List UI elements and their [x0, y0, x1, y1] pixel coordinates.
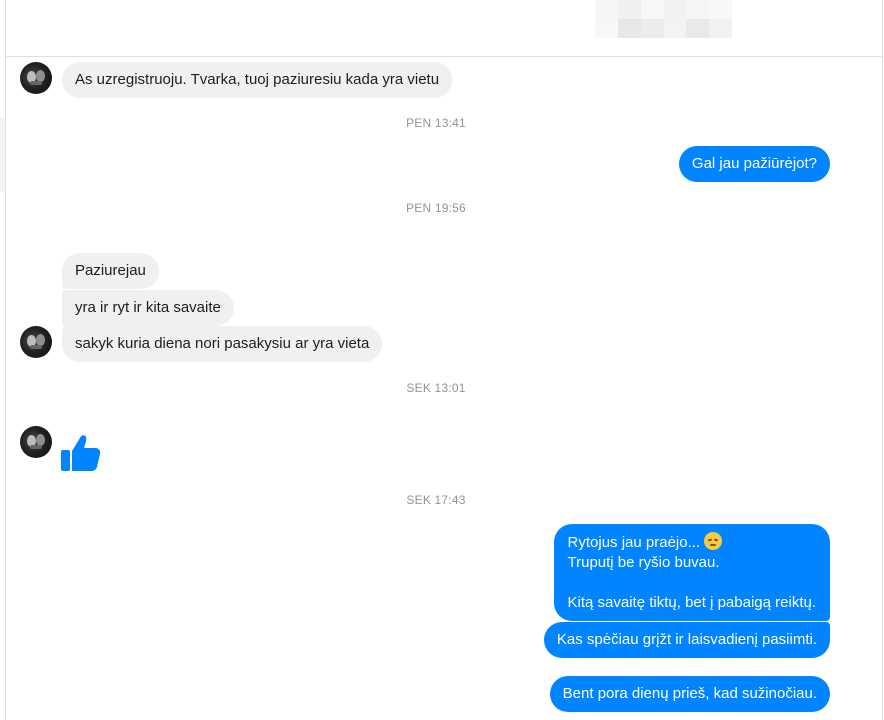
- thumbs-up-icon[interactable]: [60, 431, 102, 473]
- message-line: Kitą savaitę tiktų, bet į pabaigą reiktų…: [567, 594, 816, 611]
- incoming-message[interactable]: sakyk kuria diena nori pasakysiu ar yra …: [62, 326, 383, 362]
- header-divider: [6, 56, 882, 57]
- timestamp: SEK 13:01: [406, 381, 466, 395]
- timestamp: SEK 17:43: [406, 493, 466, 507]
- disappointed-face-icon: [704, 532, 723, 550]
- message-line: Rytojus jau praėjo...: [567, 534, 701, 551]
- message-line: Truputį be ryšio buvau.: [567, 554, 720, 571]
- incoming-message[interactable]: yra ir ryt ir kita savaite: [62, 290, 234, 326]
- blurred-contact-name: [595, 0, 732, 38]
- outgoing-message[interactable]: Gal jau pažiūrėjot?: [678, 146, 830, 182]
- contact-avatar[interactable]: [20, 62, 52, 94]
- contact-avatar[interactable]: [20, 426, 52, 458]
- incoming-message[interactable]: As uzregistruoju. Tvarka, tuoj paziuresi…: [62, 62, 453, 98]
- incoming-message[interactable]: Paziurejau: [62, 253, 159, 289]
- outgoing-message[interactable]: Kas spėčiau grįžt ir laisvadienį pasiimt…: [543, 622, 830, 658]
- window-right-border: [882, 0, 883, 720]
- window-left-border: [5, 0, 6, 720]
- outgoing-message[interactable]: Rytojus jau praėjo... Truputį be ryšio b…: [553, 524, 830, 621]
- timestamp: PEN 13:41: [406, 116, 466, 130]
- outgoing-message[interactable]: Bent pora dienų prieš, kad sužinočiau.: [549, 676, 830, 712]
- timestamp: PEN 19:56: [406, 201, 466, 215]
- contact-avatar[interactable]: [20, 326, 52, 358]
- message-line: [568, 573, 816, 593]
